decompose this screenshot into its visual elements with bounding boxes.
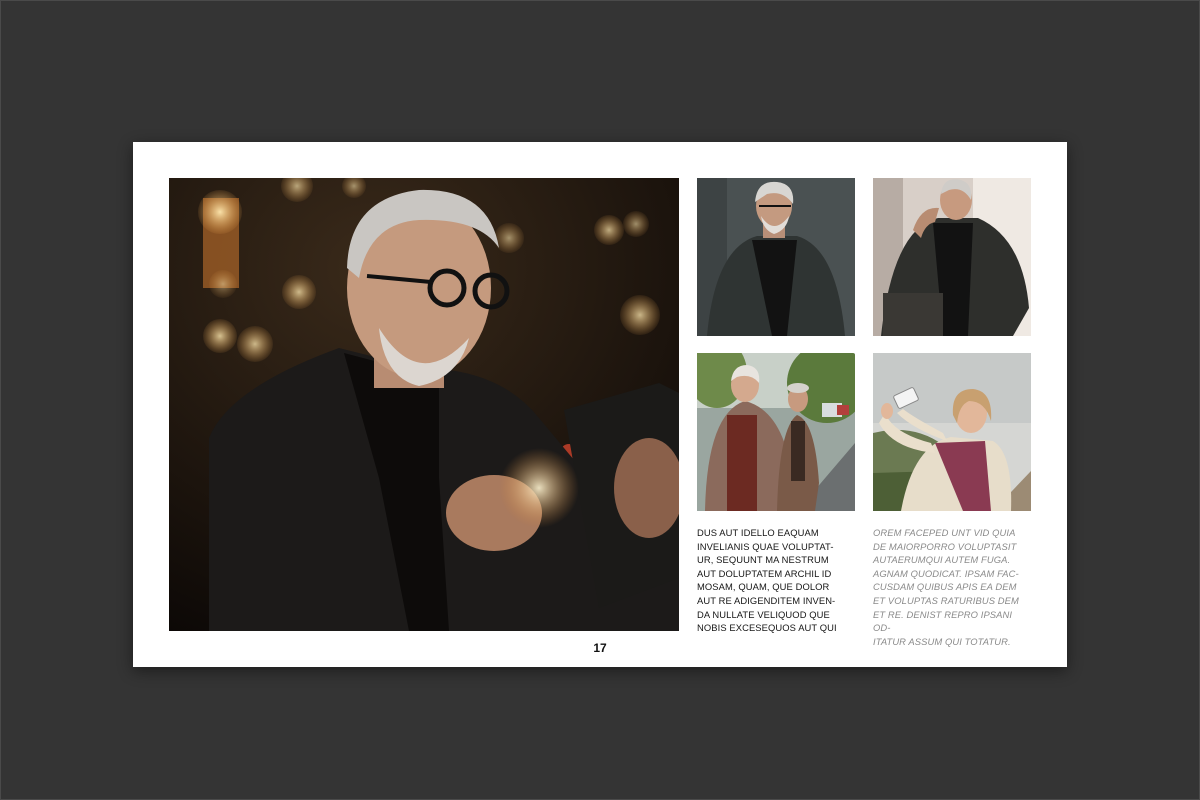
photo-man-leaning-on-wall [697, 178, 855, 336]
photo-man-sitting-thinking [873, 178, 1031, 336]
body-text-column-left: DUS AUT IDELLO EAQUAM INVELIANIS QUAE VO… [697, 527, 837, 634]
photo-woman-taking-selfie [873, 353, 1031, 511]
body-text-column-right: OREM FACEPED UNT VID QUIA DE MAIORPORRO … [873, 527, 1019, 647]
photo-senior-couple-walking [697, 353, 855, 511]
page-number: 17 [593, 641, 607, 655]
brochure-page-spread: DUS AUT IDELLO EAQUAM INVELIANIS QUAE VO… [133, 142, 1067, 667]
hero-photo-man-with-tablet [169, 178, 679, 631]
